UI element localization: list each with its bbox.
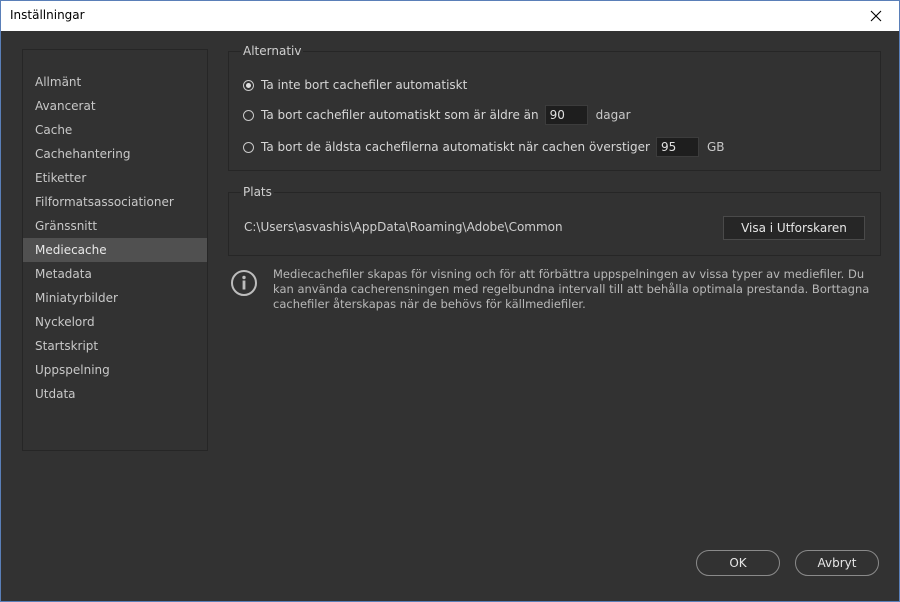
sidebar-item-miniatyrbilder[interactable]: Miniatyrbilder [23, 286, 207, 310]
option-no-auto-delete-label: Ta inte bort cachefiler automatiskt [261, 78, 468, 92]
sidebar-item-filformatsassociationer[interactable]: Filformatsassociationer [23, 190, 207, 214]
sidebar-item-uppspelning[interactable]: Uppspelning [23, 358, 207, 382]
options-group-title: Alternativ [241, 44, 304, 58]
sidebar: Allmänt Avancerat Cache Cachehantering E… [22, 49, 208, 451]
radio-no-auto-delete[interactable] [243, 79, 254, 91]
cache-path: C:\Users\asvashis\AppData\Roaming\Adobe\… [244, 220, 563, 234]
sidebar-item-utdata[interactable]: Utdata [23, 382, 207, 406]
size-unit: GB [706, 140, 725, 154]
preferences-dialog: Inställningar Allmänt Avancerat Cache Ca… [0, 0, 900, 602]
ok-button[interactable]: OK [696, 550, 780, 576]
sidebar-item-mediecache[interactable]: Mediecache [23, 238, 207, 262]
info-text: Mediecachefiler skapas för visning och f… [273, 267, 870, 311]
option-delete-oldest: Ta bort de äldsta cachefilerna automatis… [243, 137, 724, 157]
sidebar-item-granssnitt[interactable]: Gränssnitt [23, 214, 207, 238]
info-icon [231, 270, 257, 296]
sidebar-item-avancerat[interactable]: Avancerat [23, 94, 207, 118]
sidebar-item-metadata[interactable]: Metadata [23, 262, 207, 286]
radio-delete-older[interactable] [243, 109, 254, 121]
sidebar-item-startskript[interactable]: Startskript [23, 334, 207, 358]
title-bar: Inställningar [1, 1, 899, 31]
radio-delete-oldest[interactable] [243, 141, 254, 153]
days-input[interactable] [544, 105, 588, 125]
days-unit: dagar [595, 108, 631, 122]
cancel-button[interactable]: Avbryt [795, 550, 879, 576]
option-no-auto-delete: Ta inte bort cachefiler automatiskt [243, 75, 467, 95]
close-icon [870, 10, 882, 22]
close-button[interactable] [853, 1, 899, 31]
sidebar-item-cachehantering[interactable]: Cachehantering [23, 142, 207, 166]
show-in-explorer-button[interactable]: Visa i Utforskaren [723, 216, 865, 240]
sidebar-item-nyckelord[interactable]: Nyckelord [23, 310, 207, 334]
sidebar-item-etiketter[interactable]: Etiketter [23, 166, 207, 190]
size-input[interactable] [655, 137, 699, 157]
sidebar-item-allmant[interactable]: Allmänt [23, 70, 207, 94]
sidebar-item-cache[interactable]: Cache [23, 118, 207, 142]
option-delete-older: Ta bort cachefiler automatiskt som är äl… [243, 105, 631, 125]
window-title: Inställningar [10, 8, 85, 22]
location-group-title: Plats [241, 185, 274, 199]
option-delete-older-label: Ta bort cachefiler automatiskt som är äl… [261, 108, 539, 122]
dialog-content: Allmänt Avancerat Cache Cachehantering E… [1, 31, 899, 601]
option-delete-oldest-label: Ta bort de äldsta cachefilerna automatis… [261, 140, 650, 154]
